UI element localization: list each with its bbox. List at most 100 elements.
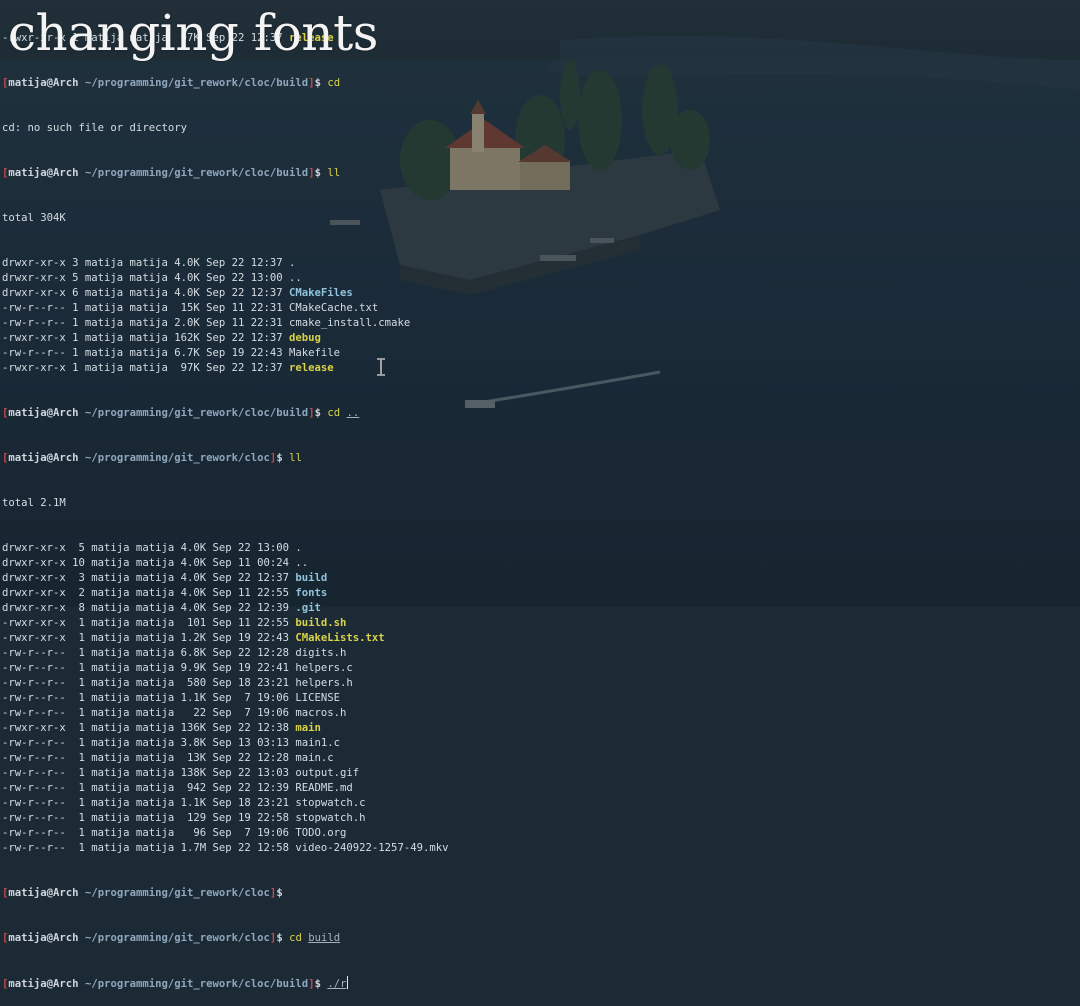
listing-total: total 304K (2, 212, 66, 224)
file-meta: -rw-r--r-- 1 matija matija 96 Sep 7 19:0… (2, 827, 296, 839)
listing-row: drwxr-xr-x 10 matija matija 4.0K Sep 11 … (2, 556, 1080, 571)
file-meta: -rw-r--r-- 1 matija matija 13K Sep 22 12… (2, 752, 296, 764)
executable-name: debug (289, 332, 321, 344)
directory-name: .git (295, 602, 321, 614)
prompt-line: [matija@Arch ~/programming/git_rework/cl… (2, 167, 341, 179)
prompt-line: [matija@Arch ~/programming/git_rework/cl… (2, 77, 341, 89)
file-name: output.gif (295, 767, 360, 779)
listing-row: drwxr-xr-x 3 matija matija 4.0K Sep 22 1… (2, 256, 1080, 271)
file-name: macros.h (295, 707, 347, 719)
executable-name: main (295, 722, 321, 734)
file-meta: -rw-r--r-- 1 matija matija 3.8K Sep 13 0… (2, 737, 296, 749)
prompt-line: [matija@Arch ~/programming/git_rework/cl… (2, 932, 341, 944)
listing-row: -rw-r--r-- 1 matija matija 15K Sep 11 22… (2, 301, 1080, 316)
listing-row: -rw-r--r-- 1 matija matija 2.0K Sep 11 2… (2, 316, 1080, 331)
listing-row: -rwxr-xr-x 1 matija matija 136K Sep 22 1… (2, 721, 1080, 736)
file-meta: drwxr-xr-x 3 matija matija 4.0K Sep 22 1… (2, 257, 290, 269)
listing-row: -rwxr-xr-x 1 matija matija 162K Sep 22 1… (2, 331, 1080, 346)
listing-row: -rwxr-xr-x 1 matija matija 97K Sep 22 12… (2, 361, 1080, 376)
prompt-line: [matija@Arch ~/programming/git_rework/cl… (2, 887, 283, 899)
file-name: stopwatch.h (295, 812, 366, 824)
file-meta: -rw-r--r-- 1 matija matija 942 Sep 22 12… (2, 782, 296, 794)
listing-row: -rw-r--r-- 1 matija matija 1.1K Sep 7 19… (2, 691, 1080, 706)
file-meta: -rw-r--r-- 1 matija matija 2.0K Sep 11 2… (2, 317, 290, 329)
file-meta: drwxr-xr-x 3 matija matija 4.0K Sep 22 1… (2, 572, 296, 584)
listing-row: -rw-r--r-- 1 matija matija 138K Sep 22 1… (2, 766, 1080, 781)
file-name: stopwatch.c (295, 797, 366, 809)
file-name: video-240922-1257-49.mkv (295, 842, 449, 854)
directory-name: CMakeFiles (289, 287, 353, 299)
file-name: main1.c (295, 737, 341, 749)
prompt-line: [matija@Arch ~/programming/git_rework/cl… (2, 452, 302, 464)
file-name: cmake_install.cmake (289, 317, 411, 329)
listing-row: -rw-r--r-- 1 matija matija 6.8K Sep 22 1… (2, 646, 1080, 661)
video-overlay-title: changing fonts (8, 4, 378, 62)
file-name: CMakeCache.txt (289, 302, 379, 314)
file-name: TODO.org (295, 827, 347, 839)
file-meta: -rwxr-xr-x 1 matija matija 136K Sep 22 1… (2, 722, 296, 734)
file-meta: -rwxr-xr-x 1 matija matija 97K Sep 22 12… (2, 362, 290, 374)
listing-row: drwxr-xr-x 5 matija matija 4.0K Sep 22 1… (2, 271, 1080, 286)
listing-total: total 2.1M (2, 497, 66, 509)
listing-row: -rw-r--r-- 1 matija matija 3.8K Sep 13 0… (2, 736, 1080, 751)
listing-row: -rwxr-xr-x 1 matija matija 1.2K Sep 19 2… (2, 631, 1080, 646)
listing-row: drwxr-xr-x 3 matija matija 4.0K Sep 22 1… (2, 571, 1080, 586)
terminal-output[interactable]: -rwxr-xr-x 1 matija matija 97K Sep 22 12… (2, 1, 1080, 990)
listing-row: -rw-r--r-- 1 matija matija 96 Sep 7 19:0… (2, 826, 1080, 841)
listing-row: -rwxr-xr-x 1 matija matija 101 Sep 11 22… (2, 616, 1080, 631)
prompt-line: [matija@Arch ~/programming/git_rework/cl… (2, 407, 360, 419)
file-name: helpers.c (295, 662, 353, 674)
prompt-line-active[interactable]: [matija@Arch ~/programming/git_rework/cl… (2, 976, 1080, 991)
file-meta: -rw-r--r-- 1 matija matija 129 Sep 19 22… (2, 812, 296, 824)
file-meta: drwxr-xr-x 8 matija matija 4.0K Sep 22 1… (2, 602, 296, 614)
executable-name: CMakeLists.txt (295, 632, 385, 644)
file-meta: drwxr-xr-x 2 matija matija 4.0K Sep 11 2… (2, 587, 296, 599)
file-meta: -rw-r--r-- 1 matija matija 1.1K Sep 18 2… (2, 797, 296, 809)
listing-row: -rw-r--r-- 1 matija matija 580 Sep 18 23… (2, 676, 1080, 691)
directory-name: build (295, 572, 328, 584)
listing-row: drwxr-xr-x 6 matija matija 4.0K Sep 22 1… (2, 286, 1080, 301)
error-line: cd: no such file or directory (2, 122, 187, 134)
file-name: .. (295, 557, 309, 569)
file-name: README.md (295, 782, 353, 794)
directory-name: fonts (295, 587, 328, 599)
file-meta: -rwxr-xr-x 1 matija matija 162K Sep 22 1… (2, 332, 290, 344)
file-name: digits.h (295, 647, 347, 659)
directory-listing-build: drwxr-xr-x 3 matija matija 4.0K Sep 22 1… (2, 256, 1080, 376)
file-meta: -rw-r--r-- 1 matija matija 1.7M Sep 22 1… (2, 842, 296, 854)
file-meta: -rw-r--r-- 1 matija matija 15K Sep 11 22… (2, 302, 290, 314)
file-name: .. (289, 272, 302, 284)
ibeam-cursor-icon (377, 358, 385, 376)
file-meta: drwxr-xr-x 5 matija matija 4.0K Sep 22 1… (2, 272, 290, 284)
file-meta: -rw-r--r-- 1 matija matija 6.8K Sep 22 1… (2, 647, 296, 659)
listing-row: -rw-r--r-- 1 matija matija 1.7M Sep 22 1… (2, 841, 1080, 856)
file-meta: -rwxr-xr-x 1 matija matija 101 Sep 11 22… (2, 617, 296, 629)
file-name: main.c (295, 752, 334, 764)
file-meta: -rwxr-xr-x 1 matija matija 1.2K Sep 19 2… (2, 632, 296, 644)
file-name: LICENSE (295, 692, 341, 704)
listing-row: -rw-r--r-- 1 matija matija 1.1K Sep 18 2… (2, 796, 1080, 811)
file-meta: -rw-r--r-- 1 matija matija 22 Sep 7 19:0… (2, 707, 296, 719)
listing-row: drwxr-xr-x 5 matija matija 4.0K Sep 22 1… (2, 541, 1080, 556)
listing-row: -rw-r--r-- 1 matija matija 13K Sep 22 12… (2, 751, 1080, 766)
command-input[interactable]: ./r (327, 978, 346, 990)
executable-name: build.sh (295, 617, 347, 629)
file-meta: -rw-r--r-- 1 matija matija 9.9K Sep 19 2… (2, 662, 296, 674)
file-name: helpers.h (295, 677, 353, 689)
file-meta: drwxr-xr-x 5 matija matija 4.0K Sep 22 1… (2, 542, 296, 554)
file-meta: drwxr-xr-x 6 matija matija 4.0K Sep 22 1… (2, 287, 290, 299)
file-meta: -rw-r--r-- 1 matija matija 138K Sep 22 1… (2, 767, 296, 779)
listing-row: -rw-r--r-- 1 matija matija 129 Sep 19 22… (2, 811, 1080, 826)
file-name: . (289, 257, 296, 269)
file-meta: -rw-r--r-- 1 matija matija 6.7K Sep 19 2… (2, 347, 290, 359)
listing-row: drwxr-xr-x 2 matija matija 4.0K Sep 11 2… (2, 586, 1080, 601)
listing-row: -rw-r--r-- 1 matija matija 22 Sep 7 19:0… (2, 706, 1080, 721)
executable-name: release (289, 362, 334, 374)
file-meta: -rw-r--r-- 1 matija matija 1.1K Sep 7 19… (2, 692, 296, 704)
listing-row: -rw-r--r-- 1 matija matija 6.7K Sep 19 2… (2, 346, 1080, 361)
listing-row: drwxr-xr-x 8 matija matija 4.0K Sep 22 1… (2, 601, 1080, 616)
listing-row: -rw-r--r-- 1 matija matija 9.9K Sep 19 2… (2, 661, 1080, 676)
listing-row: -rw-r--r-- 1 matija matija 942 Sep 22 12… (2, 781, 1080, 796)
file-meta: -rw-r--r-- 1 matija matija 580 Sep 18 23… (2, 677, 296, 689)
file-name: . (295, 542, 302, 554)
